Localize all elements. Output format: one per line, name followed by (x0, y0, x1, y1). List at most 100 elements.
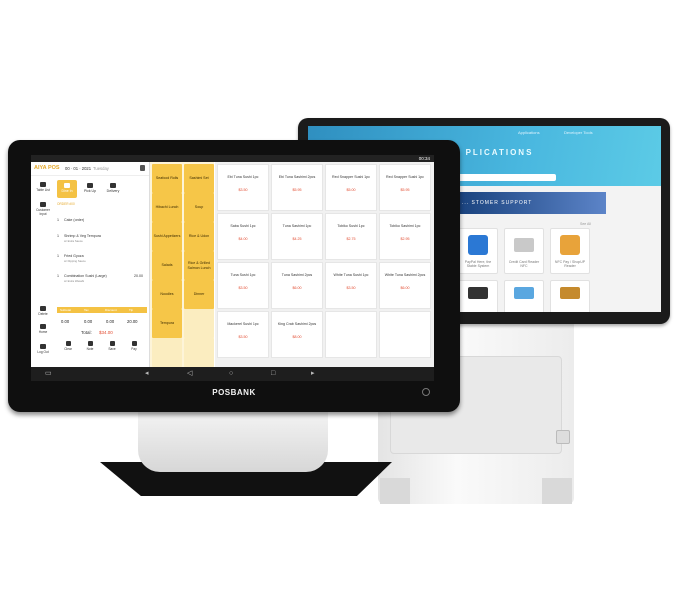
menu-item-name: Ebi Tuna Sushi 1pc (227, 175, 259, 179)
current-date: 00 · 01 · 2021 (65, 166, 92, 171)
tab-pick-up[interactable]: Pick Up (80, 180, 100, 198)
menu-item[interactable]: Tobiko Sashimi 1pc $2.95 (379, 213, 431, 260)
category-button[interactable]: Rice & Grilled Salmon Lunch (184, 251, 214, 280)
customer-input-button[interactable]: Customer Input (33, 200, 53, 218)
category-button[interactable]: Seafood Rolls (152, 164, 182, 193)
back-icon[interactable]: ◁ (187, 370, 192, 378)
rear-tab-developer[interactable]: Developer Tools (564, 130, 593, 135)
menu-item[interactable]: White Tuna Sushi 1pc $3.50 (325, 262, 377, 309)
category-button[interactable]: Tempura (152, 309, 182, 338)
menu-item[interactable]: Mackerel Sushi 1pc $3.50 (217, 311, 269, 358)
logout-button[interactable]: Log Out (33, 342, 53, 360)
menu-item[interactable]: King Crab Sashimi 2pcs $8.00 (271, 311, 323, 358)
line-item-modifier: w/ Extra Sauce (64, 239, 83, 243)
save-button[interactable]: Save (103, 340, 121, 354)
menu-item-grid: Ebi Tuna Sushi 1pc $3.50 Ebi Tuna Sashimi … (215, 162, 434, 367)
app-tile[interactable]: Credit Card Reader NFC (504, 228, 544, 274)
category-empty-slot (152, 338, 182, 367)
home-icon[interactable]: ○ (229, 370, 233, 378)
menu-item-price: $3.50 (238, 188, 248, 192)
menu-item[interactable]: Red Snapper Sushi 1pc $5.95 (379, 164, 431, 211)
discount-value: 0.00 (106, 319, 115, 324)
menu-item-price: $2.75 (346, 237, 356, 241)
total-value: $34.00 (99, 330, 113, 335)
menu-item-name: Tuna Sashimi 1pc (282, 224, 312, 228)
category-button[interactable]: Soup (184, 193, 214, 222)
menu-item[interactable]: Ebi Tuna Sushi 1pc $3.50 (217, 164, 269, 211)
category-button[interactable]: Noodles (152, 280, 182, 309)
android-nav-bar: ▭ ◂ ◁ ○ □ ▸ (31, 367, 434, 381)
rear-nav: Applications Developer Tools (308, 126, 661, 140)
menu-item[interactable]: Tuna Sashimi 2pcs $6.00 (271, 262, 323, 309)
delete-button[interactable]: Delete (33, 304, 53, 322)
menu-item[interactable]: Tobiko Sushi 1pc $2.75 (325, 213, 377, 260)
menu-item[interactable]: Ebi Tuna Sashimi 2pcs $5.95 (271, 164, 323, 211)
rear-tab-applications[interactable]: Applications (518, 130, 540, 135)
home-button[interactable]: Home (33, 322, 53, 340)
order-panel: AIYA POS 00 · 01 · 2021 Tuesday Table Li… (31, 162, 150, 367)
clear-button[interactable]: Clear (59, 340, 77, 354)
logout-label: Log Out (37, 350, 49, 354)
menu-item-name: White Tuna Sashimi 2pcs (384, 273, 426, 277)
status-time: 00:34 (418, 156, 430, 161)
pay-button[interactable]: Pay (125, 340, 143, 354)
clear-icon (65, 341, 71, 346)
menu-item-name: Saba Sushi 1pc (230, 224, 256, 228)
rear-promo-banner[interactable]: ... STOMER SUPPORT (448, 192, 606, 214)
menu-item[interactable]: White Tuna Sashimi 2pcs $6.00 (379, 262, 431, 309)
save-label: Save (108, 347, 116, 351)
stand-foot-right (542, 478, 572, 504)
category-button[interactable]: Salads (152, 251, 182, 280)
menu-item[interactable]: Saba Sushi 1pc $4.00 (217, 213, 269, 260)
trash-icon (40, 306, 46, 311)
app-tile-icon (560, 235, 580, 255)
tab-dine-in[interactable]: Dine In (57, 180, 77, 198)
app-tile[interactable] (550, 280, 590, 312)
line-item[interactable]: 1 Fried Gyoza w/ Dipping Sauce (57, 254, 145, 268)
app-tile[interactable] (504, 280, 544, 312)
menu-item-price: $5.95 (400, 188, 410, 192)
see-all-link[interactable]: See All (580, 222, 591, 226)
line-item-name: Fried Gyoza (64, 254, 84, 258)
tip-header: Tip (129, 308, 134, 312)
app-logo: AIYA POS (34, 165, 60, 171)
app-tile[interactable]: NFC Pay / ShopUP Reader (550, 228, 590, 274)
total-label: Total: (81, 330, 92, 335)
screenshot-icon[interactable]: ▭ (45, 370, 52, 378)
menu-item[interactable]: Tuna Sashimi 1pc $4.25 (271, 213, 323, 260)
volume-down-icon[interactable]: ◂ (145, 370, 149, 378)
menu-item-name: Tuna Sushi 1pc (230, 273, 256, 277)
recents-icon[interactable]: □ (271, 370, 275, 378)
menu-item-price: $5.95 (292, 188, 302, 192)
line-item[interactable]: 1 Combination Sushi (Large) w/ Extra Was… (57, 274, 145, 294)
menu-item-price: $6.00 (400, 286, 410, 290)
rear-search-input[interactable] (448, 174, 556, 181)
line-item[interactable]: 1 Shrimp & Veg Tempura w/ Extra Sauce (57, 234, 145, 248)
category-button[interactable]: Hibachi Lunch (152, 193, 182, 222)
line-item[interactable]: 1 Cake (order) (57, 218, 145, 230)
line-item-qty: 1 (57, 254, 59, 258)
category-button[interactable]: Sashimi Set (184, 164, 214, 193)
app-tile-icon (468, 287, 488, 299)
bag-icon (87, 183, 93, 188)
category-button[interactable]: Sushi Appetizers (152, 222, 182, 251)
status-bar: 00:34 (31, 155, 434, 162)
menu-item[interactable]: Red Snapper Sushi 1pc $5.00 (325, 164, 377, 211)
tab-delivery[interactable]: Delivery (103, 180, 123, 198)
lock-icon[interactable] (140, 165, 145, 171)
home-label: Home (38, 330, 48, 334)
power-icon[interactable] (422, 388, 430, 396)
category-button[interactable]: Dinner (184, 280, 214, 309)
app-tile[interactable]: PayPal Here, the Stable System (458, 228, 498, 274)
menu-item-price: $4.25 (292, 237, 302, 241)
note-label: Note (86, 347, 94, 351)
table-list-button[interactable]: Table List (33, 180, 53, 198)
volume-up-icon[interactable]: ▸ (311, 370, 315, 378)
category-button[interactable]: Rice & Udon (184, 222, 214, 251)
app-tile-label: Credit Card Reader NFC (508, 260, 540, 268)
note-button[interactable]: Note (81, 340, 99, 354)
menu-item[interactable]: Tuna Sushi 1pc $3.50 (217, 262, 269, 309)
tab-delivery-label: Delivery (106, 189, 120, 193)
app-tile[interactable] (458, 280, 498, 312)
app-header: AIYA POS 00 · 01 · 2021 Tuesday (31, 162, 149, 176)
